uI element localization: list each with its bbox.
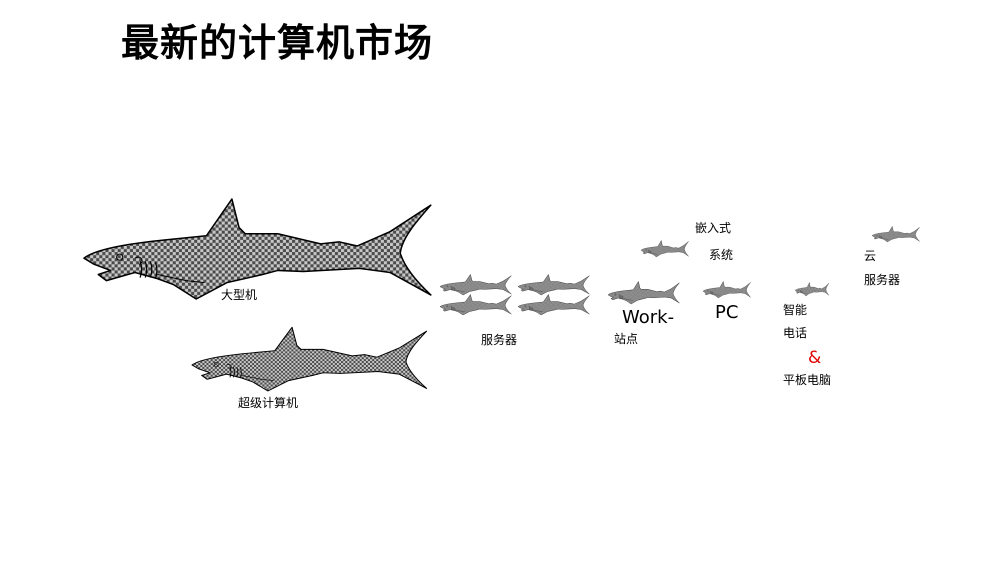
label-servers: 服务器 (481, 333, 518, 347)
label-pc: PC (715, 302, 739, 323)
shark-diagram (83, 198, 920, 392)
shark-server-4 (517, 294, 590, 316)
shark-smartphone (794, 282, 830, 297)
shark-workstation (607, 281, 680, 305)
label-cloud-line2: 服务器 (864, 273, 901, 287)
label-workstation-line1: Work- (622, 307, 675, 328)
shark-server-2 (517, 274, 590, 296)
label-smart-line3: 平板电脑 (783, 373, 832, 387)
shark-supercomputer (191, 326, 428, 392)
label-workstation-line2: 站点 (614, 332, 639, 346)
label-embedded-line1: 嵌入式 (695, 221, 732, 235)
shark-mainframe (83, 198, 432, 300)
label-smart-line2: 电话 (783, 326, 808, 340)
label-smart-ampersand: & (808, 348, 822, 368)
shark-server-3 (439, 294, 512, 316)
label-embedded-line2: 系统 (709, 248, 734, 262)
label-supercomputer: 超级计算机 (238, 396, 299, 410)
shark-pc (702, 281, 751, 299)
shark-cloud (871, 226, 920, 243)
label-mainframe: 大型机 (221, 288, 258, 302)
shark-embedded (640, 240, 689, 258)
shark-server-1 (439, 274, 512, 296)
label-smart-line1: 智能 (783, 303, 808, 317)
label-cloud-line1: 云 (864, 249, 877, 263)
